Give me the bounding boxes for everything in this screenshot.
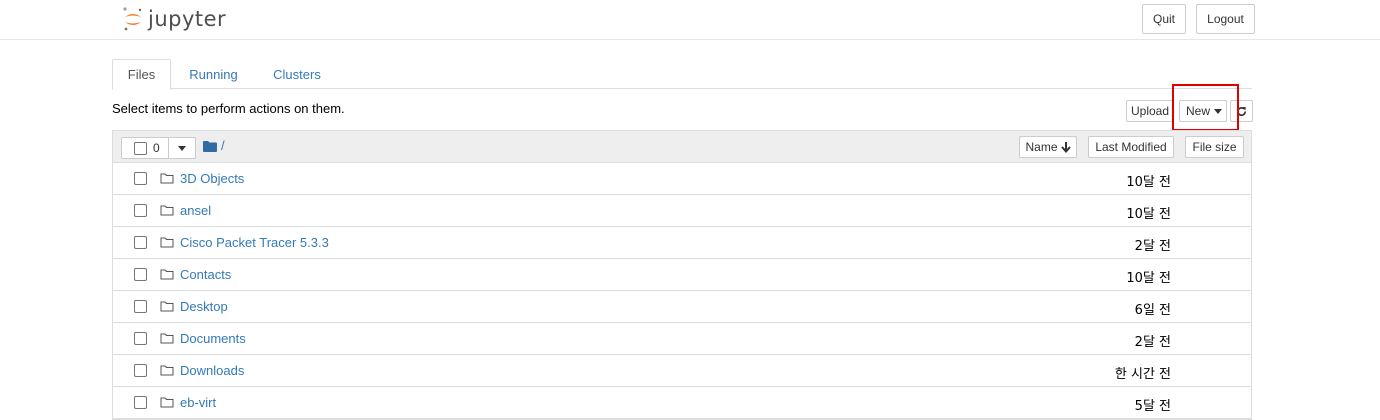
- item-checkbox[interactable]: [134, 332, 147, 345]
- tab-files[interactable]: Files: [112, 59, 171, 90]
- file-list: 0 / Name Last Modified File size 3D Obje…: [112, 130, 1252, 420]
- item-name-link[interactable]: ansel: [180, 203, 211, 218]
- folder-outline-icon: [160, 205, 174, 216]
- item-checkbox[interactable]: [134, 300, 147, 313]
- selected-count: 0: [153, 141, 160, 155]
- list-item[interactable]: Contacts 10달 전: [113, 259, 1251, 291]
- item-name-link[interactable]: Contacts: [180, 267, 231, 282]
- list-item[interactable]: Documents 2달 전: [113, 323, 1251, 355]
- refresh-button[interactable]: [1230, 100, 1253, 122]
- caret-down-icon: [1214, 108, 1223, 114]
- item-modified-time: 10달 전: [1126, 207, 1171, 222]
- item-name-link[interactable]: Cisco Packet Tracer 5.3.3: [180, 235, 329, 250]
- item-checkbox[interactable]: [134, 364, 147, 377]
- item-name-link[interactable]: Desktop: [180, 299, 228, 314]
- logo-text: jupyter: [148, 7, 227, 31]
- quit-button[interactable]: Quit: [1142, 4, 1186, 34]
- folder-outline-icon: [160, 269, 174, 280]
- logout-button[interactable]: Logout: [1196, 4, 1255, 34]
- header-bar: jupyter Quit Logout: [0, 0, 1380, 40]
- item-checkbox[interactable]: [134, 204, 147, 217]
- jupyter-logo[interactable]: jupyter: [122, 6, 226, 32]
- list-item[interactable]: Desktop 6일 전: [113, 291, 1251, 323]
- new-button-label: New: [1186, 104, 1211, 118]
- folder-outline-icon: [160, 173, 174, 184]
- list-item[interactable]: eb-virt 5달 전: [113, 387, 1251, 419]
- item-name-link[interactable]: 3D Objects: [180, 171, 244, 186]
- new-dropdown-button[interactable]: New: [1179, 100, 1227, 122]
- sort-by-name-button[interactable]: Name: [1019, 136, 1077, 158]
- folder-outline-icon: [160, 301, 174, 312]
- folder-outline-icon: [160, 237, 174, 248]
- arrow-down-icon: [1060, 141, 1071, 153]
- item-name-link[interactable]: eb-virt: [180, 395, 216, 410]
- select-all-control[interactable]: 0: [121, 137, 169, 159]
- tab-bar: Files Running Clusters: [112, 59, 1252, 90]
- jupyter-logo-icon: [123, 7, 142, 31]
- item-modified-time: 10달 전: [1126, 271, 1171, 286]
- list-item[interactable]: 3D Objects 10달 전: [113, 163, 1251, 195]
- sort-by-file-size-button[interactable]: File size: [1185, 136, 1244, 158]
- file-list-header: 0 / Name Last Modified File size: [113, 131, 1251, 163]
- breadcrumb-path[interactable]: /: [221, 138, 225, 153]
- select-menu-dropdown[interactable]: [169, 137, 196, 159]
- select-all-checkbox[interactable]: [134, 142, 147, 155]
- sort-name-label: Name: [1025, 140, 1058, 154]
- caret-down-icon: [178, 145, 186, 151]
- item-checkbox[interactable]: [134, 268, 147, 281]
- tab-running[interactable]: Running: [180, 59, 247, 89]
- item-name-link[interactable]: Documents: [180, 331, 246, 346]
- item-modified-time: 한 시간 전: [1114, 367, 1171, 382]
- item-modified-time: 2달 전: [1134, 239, 1171, 254]
- list-item[interactable]: Downloads 한 시간 전: [113, 355, 1251, 387]
- item-modified-time: 6일 전: [1134, 303, 1171, 318]
- item-checkbox[interactable]: [134, 396, 147, 409]
- item-modified-time: 5달 전: [1134, 399, 1171, 414]
- refresh-icon: [1237, 106, 1246, 116]
- sort-by-last-modified-button[interactable]: Last Modified: [1088, 136, 1174, 158]
- folder-outline-icon: [160, 333, 174, 344]
- item-checkbox[interactable]: [134, 172, 147, 185]
- item-modified-time: 2달 전: [1134, 335, 1171, 350]
- list-item[interactable]: ansel 10달 전: [113, 195, 1251, 227]
- item-modified-time: 10달 전: [1126, 175, 1171, 190]
- folder-icon[interactable]: [203, 140, 217, 152]
- item-checkbox[interactable]: [134, 236, 147, 249]
- list-item[interactable]: Cisco Packet Tracer 5.3.3 2달 전: [113, 227, 1251, 259]
- upload-button[interactable]: Upload: [1126, 100, 1174, 122]
- folder-outline-icon: [160, 397, 174, 408]
- item-name-link[interactable]: Downloads: [180, 363, 244, 378]
- tab-clusters[interactable]: Clusters: [264, 59, 330, 89]
- folder-outline-icon: [160, 365, 174, 376]
- instructions-text: Select items to perform actions on them.: [112, 101, 345, 116]
